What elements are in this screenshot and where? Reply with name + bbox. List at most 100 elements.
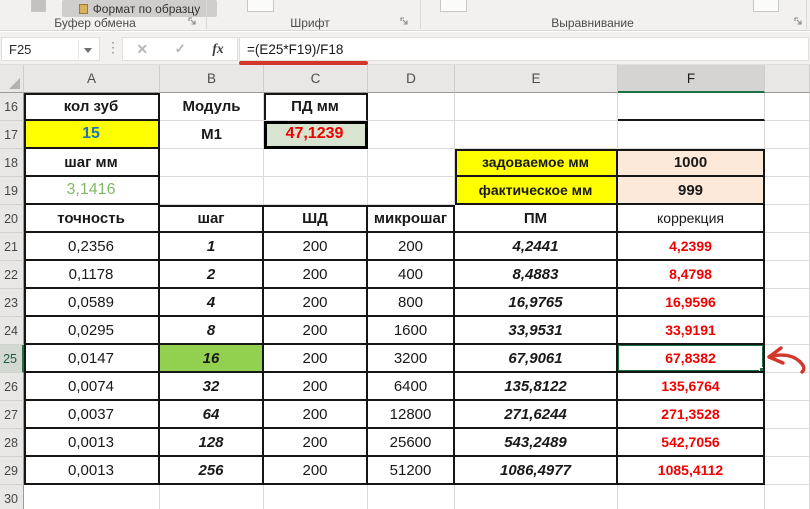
cell-D28[interactable]: 25600 xyxy=(368,429,455,457)
name-box-caret-icon[interactable] xyxy=(84,48,92,53)
column-header-e[interactable]: E xyxy=(455,65,618,93)
column-header-b[interactable]: B xyxy=(160,65,264,93)
name-box[interactable]: F25 xyxy=(1,37,100,61)
column-header-f-selected[interactable]: F xyxy=(618,65,765,93)
row-header-19[interactable]: 19 xyxy=(0,177,24,205)
cell-B17[interactable]: М1 xyxy=(160,121,264,149)
row-header-24[interactable]: 24 xyxy=(0,317,24,345)
row-header-30[interactable]: 30 xyxy=(0,485,24,509)
cell-G30[interactable] xyxy=(765,485,810,509)
cell-G22[interactable] xyxy=(765,261,810,289)
cell-C19[interactable] xyxy=(264,177,368,205)
cell-C27[interactable]: 200 xyxy=(264,401,368,429)
cell-E30[interactable] xyxy=(455,485,618,509)
cell-G23[interactable] xyxy=(765,289,810,317)
cell-A25[interactable]: 0,0147 xyxy=(24,345,160,373)
format-painter-button[interactable]: Формат по образцу xyxy=(62,0,217,17)
formula-input[interactable]: =(E25*F19)/F18 xyxy=(239,37,809,61)
cell-A22[interactable]: 0,1178 xyxy=(24,261,160,289)
cell-C25[interactable]: 200 xyxy=(264,345,368,373)
cell-B18[interactable] xyxy=(160,149,264,177)
cell-E24[interactable]: 33,9531 xyxy=(455,317,618,345)
cell-G19[interactable] xyxy=(765,177,810,205)
cell-F24[interactable]: 33,9191 xyxy=(618,317,765,345)
cell-G21[interactable] xyxy=(765,233,810,261)
cell-F27[interactable]: 271,3528 xyxy=(618,401,765,429)
cell-E17[interactable] xyxy=(455,121,618,149)
cell-A16[interactable]: кол зуб xyxy=(24,93,160,121)
cell-B30[interactable] xyxy=(160,485,264,509)
cell-E22[interactable]: 8,4883 xyxy=(455,261,618,289)
cell-F17[interactable] xyxy=(618,121,765,149)
cell-G16[interactable] xyxy=(765,93,810,121)
cell-E19[interactable]: фактическое мм xyxy=(455,177,618,205)
enter-icon[interactable]: ✓ xyxy=(175,41,186,57)
cell-C20[interactable]: ШД xyxy=(264,205,368,233)
column-header-g[interactable] xyxy=(765,65,810,93)
cell-D21[interactable]: 200 xyxy=(368,233,455,261)
cell-G20[interactable] xyxy=(765,205,810,233)
row-header-22[interactable]: 22 xyxy=(0,261,24,289)
cell-B26[interactable]: 32 xyxy=(160,373,264,401)
cell-G29[interactable] xyxy=(765,457,810,485)
cell-G28[interactable] xyxy=(765,429,810,457)
cell-C16[interactable]: ПД мм xyxy=(264,93,368,121)
cell-E25[interactable]: 67,9061 xyxy=(455,345,618,373)
cell-A30[interactable] xyxy=(24,485,160,509)
cell-F25[interactable]: 67,8382 xyxy=(618,345,765,373)
cell-B25[interactable]: 16 xyxy=(160,345,264,373)
cell-F18[interactable]: 1000 xyxy=(618,149,765,177)
cell-D22[interactable]: 400 xyxy=(368,261,455,289)
cell-A23[interactable]: 0,0589 xyxy=(24,289,160,317)
dialog-launcher-icon[interactable] xyxy=(400,17,410,27)
cell-G17[interactable] xyxy=(765,121,810,149)
cell-B21[interactable]: 1 xyxy=(160,233,264,261)
cell-D29[interactable]: 51200 xyxy=(368,457,455,485)
row-header-20[interactable]: 20 xyxy=(0,205,24,233)
cell-F20[interactable]: коррекция xyxy=(618,205,765,233)
cell-E28[interactable]: 543,2489 xyxy=(455,429,618,457)
cell-D23[interactable]: 800 xyxy=(368,289,455,317)
cell-G18[interactable] xyxy=(765,149,810,177)
cell-C24[interactable]: 200 xyxy=(264,317,368,345)
row-header-16[interactable]: 16 xyxy=(0,93,24,121)
cell-C23[interactable]: 200 xyxy=(264,289,368,317)
cell-B16[interactable]: Модуль xyxy=(160,93,264,121)
row-header-28[interactable]: 28 xyxy=(0,429,24,457)
row-header-21[interactable]: 21 xyxy=(0,233,24,261)
fill-handle[interactable] xyxy=(759,367,763,371)
cell-D30[interactable] xyxy=(368,485,455,509)
column-header-a[interactable]: A xyxy=(24,65,160,93)
select-all-corner[interactable] xyxy=(0,65,24,93)
cell-A24[interactable]: 0,0295 xyxy=(24,317,160,345)
cancel-icon[interactable]: ✕ xyxy=(136,41,148,58)
cell-D25[interactable]: 3200 xyxy=(368,345,455,373)
cell-F29[interactable]: 1085,4112 xyxy=(618,457,765,485)
row-header-26[interactable]: 26 xyxy=(0,373,24,401)
cell-E16[interactable] xyxy=(455,93,618,121)
cell-D16[interactable] xyxy=(368,93,455,121)
cell-D24[interactable]: 1600 xyxy=(368,317,455,345)
cell-C21[interactable]: 200 xyxy=(264,233,368,261)
row-header-18[interactable]: 18 xyxy=(0,149,24,177)
insert-function-icon[interactable]: fx xyxy=(212,41,223,57)
cell-D18[interactable] xyxy=(368,149,455,177)
column-header-d[interactable]: D xyxy=(368,65,455,93)
cell-D19[interactable] xyxy=(368,177,455,205)
cell-B20[interactable]: шаг xyxy=(160,205,264,233)
cell-E27[interactable]: 271,6244 xyxy=(455,401,618,429)
cell-E29[interactable]: 1086,4977 xyxy=(455,457,618,485)
cell-A20[interactable]: точность xyxy=(24,205,160,233)
cell-E18[interactable]: задоваемое мм xyxy=(455,149,618,177)
cell-B24[interactable]: 8 xyxy=(160,317,264,345)
cell-B27[interactable]: 64 xyxy=(160,401,264,429)
cell-B23[interactable]: 4 xyxy=(160,289,264,317)
cell-F23[interactable]: 16,9596 xyxy=(618,289,765,317)
cell-F21[interactable]: 4,2399 xyxy=(618,233,765,261)
cell-B19[interactable] xyxy=(160,177,264,205)
cell-A28[interactable]: 0,0013 xyxy=(24,429,160,457)
cell-A17[interactable]: 15 xyxy=(24,121,160,149)
cell-C28[interactable]: 200 xyxy=(264,429,368,457)
cell-A19[interactable]: 3,1416 xyxy=(24,177,160,205)
cell-G27[interactable] xyxy=(765,401,810,429)
